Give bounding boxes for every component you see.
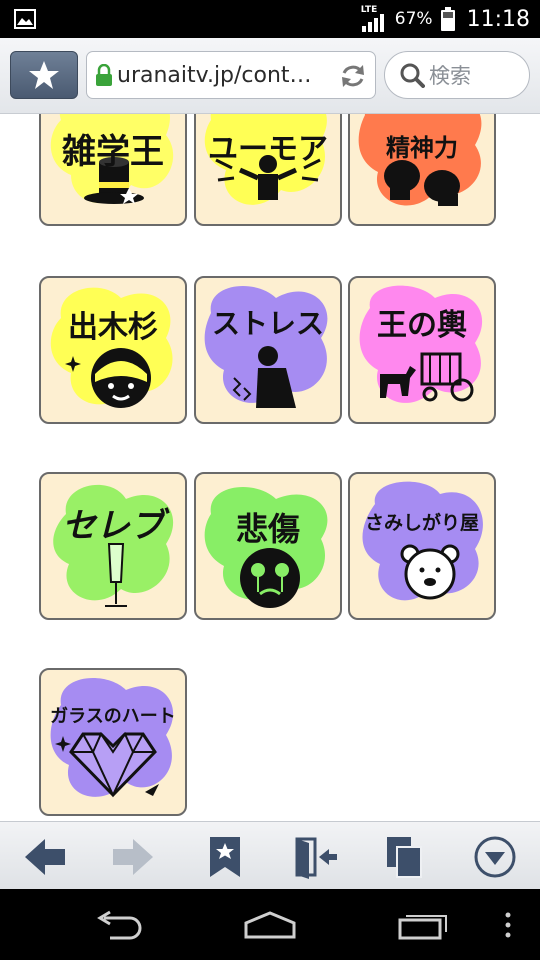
tabs-button[interactable] — [380, 832, 430, 882]
gallery-notification-icon — [14, 9, 36, 29]
tile-label: ストレス — [211, 307, 324, 340]
chevron-down-circle-icon — [474, 836, 516, 878]
tile-zatsugaku-ou[interactable]: 雑学王 — [39, 114, 187, 226]
url-text: uranaitv.jp/cont… — [117, 62, 312, 88]
more-vertical-icon — [505, 912, 511, 938]
bookmarks-button[interactable] — [10, 51, 78, 99]
address-bar[interactable]: uranaitv.jp/cont… — [86, 51, 376, 99]
system-overflow-button[interactable] — [488, 907, 528, 943]
lock-icon — [96, 64, 112, 86]
tile-dekisugi[interactable]: 出木杉 — [39, 276, 187, 424]
system-navigation-bar — [0, 889, 540, 960]
tile-illustration — [362, 481, 483, 601]
tile-label: 悲傷 — [235, 510, 300, 548]
clock: 11:18 — [466, 6, 530, 32]
tile-label: ユーモア — [208, 132, 328, 167]
back-button[interactable] — [20, 832, 70, 882]
tile-samishigariya[interactable]: さみしがり屋 — [348, 472, 496, 620]
system-recents-button[interactable] — [392, 907, 452, 943]
menu-button[interactable] — [470, 832, 520, 882]
tile-label: 出木杉 — [68, 310, 158, 345]
page-content: 雑学王 ユーモア 精神力 出木杉 ストレス 王の輿 セレブ 悲傷 さみしがり屋 … — [0, 114, 540, 821]
tile-hishou[interactable]: 悲傷 — [194, 472, 342, 620]
arrow-right-icon — [113, 839, 153, 875]
tile-label: セレブ — [62, 506, 164, 546]
tile-label: さみしがり屋 — [364, 512, 479, 534]
tile-illustration — [50, 678, 174, 798]
star-icon — [29, 61, 59, 89]
home-icon — [244, 911, 296, 939]
battery-icon — [440, 7, 455, 31]
tile-label: 王の輿 — [377, 308, 467, 343]
exit-button[interactable] — [290, 832, 340, 882]
arrow-left-icon — [25, 839, 65, 875]
status-bar: LTE 67% 11:18 — [0, 0, 540, 38]
tabs-icon — [387, 837, 422, 878]
tile-illustration — [50, 287, 173, 408]
search-field[interactable]: 検索 — [384, 51, 530, 99]
reload-icon[interactable] — [339, 62, 367, 90]
tile-label: ガラスのハート — [50, 706, 176, 727]
tile-tama-no-koshi[interactable]: 王の輿 — [348, 276, 496, 424]
back-icon — [97, 910, 142, 940]
tile-stress[interactable]: ストレス — [194, 276, 342, 424]
bookmark-star-icon — [210, 837, 240, 877]
forward-button[interactable] — [108, 832, 158, 882]
search-icon — [400, 63, 425, 88]
search-placeholder: 検索 — [429, 64, 471, 88]
tile-illustration — [204, 286, 328, 408]
bookmark-add-button[interactable] — [200, 832, 250, 882]
tile-label: 精神力 — [386, 134, 458, 162]
tile-glass-no-heart[interactable]: ガラスのハート — [39, 668, 187, 816]
system-back-button[interactable] — [88, 907, 148, 943]
recents-icon — [398, 915, 447, 940]
tile-label: 雑学王 — [62, 132, 164, 172]
browser-toolbar: uranaitv.jp/cont… 検索 — [0, 38, 540, 114]
tile-seishinryoku[interactable]: 精神力 — [348, 114, 496, 226]
signal-icon: LTE — [361, 6, 387, 32]
battery-percent: 67% — [394, 9, 433, 29]
tile-humor[interactable]: ユーモア — [194, 114, 342, 226]
tile-celeb[interactable]: セレブ — [39, 472, 187, 620]
exit-door-icon — [295, 837, 337, 879]
system-home-button[interactable] — [240, 907, 300, 943]
browser-bottom-toolbar — [0, 821, 540, 889]
